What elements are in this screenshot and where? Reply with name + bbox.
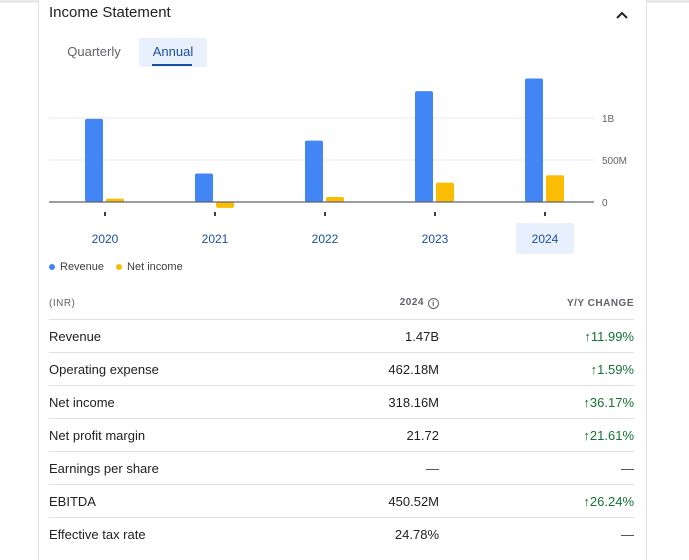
row-value: 1.47B [339, 319, 439, 353]
x-tick-mark [214, 212, 216, 216]
table-row[interactable]: Net income 318.16M ↑36.17% [49, 385, 634, 419]
row-label: EBITDA [49, 484, 339, 518]
row-label: Earnings per share [49, 451, 339, 485]
x-tick-mark [104, 212, 106, 216]
row-change: ↑26.24% [439, 484, 634, 518]
row-label: Net profit margin [49, 418, 339, 452]
x-tick-label[interactable]: 2022 [312, 232, 339, 246]
table-row[interactable]: EBITDA 450.52M ↑26.24% [49, 484, 634, 518]
row-change-value: 11.99% [590, 328, 634, 344]
row-change: ↑36.17% [439, 385, 634, 419]
row-label: Effective tax rate [49, 517, 339, 550]
bar-revenue[interactable] [305, 140, 323, 202]
row-change-value: 26.24% [589, 493, 634, 509]
table-row[interactable]: Revenue 1.47B ↑11.99% [49, 319, 634, 353]
y-tick-label: 500M [602, 156, 627, 167]
row-change: ↑21.61% [439, 418, 634, 452]
legend-label-net-income: Net income [127, 261, 183, 273]
table-row[interactable]: Effective tax rate 24.78% — [49, 517, 634, 550]
chart-legend: Revenue Net income [49, 261, 183, 273]
x-tick-label[interactable]: 2020 [92, 232, 119, 246]
table-row[interactable]: Net profit margin 21.72 ↑21.61% [49, 418, 634, 452]
x-tick-mark [324, 212, 326, 216]
table-row[interactable]: Earnings per share — — [49, 451, 634, 485]
row-label: Revenue [49, 319, 339, 353]
table-row[interactable]: Operating expense 462.18M ↑1.59% [49, 352, 634, 386]
x-tick-mark [544, 212, 546, 216]
legend-item-net-income: Net income [116, 261, 183, 273]
financials-table: (INR) 2024 i Y/Y CHANGE Revenue 1.47B ↑11.9… [49, 287, 634, 550]
currency-header: (INR) [49, 297, 76, 309]
row-label: Operating expense [49, 352, 339, 386]
row-change-value: — [621, 526, 634, 542]
y-tick-label: 1B [602, 114, 615, 125]
year-header: 2024 i [339, 287, 439, 320]
row-change-value: 36.17% [589, 394, 634, 410]
bar-net-income[interactable] [326, 196, 344, 202]
bar-revenue[interactable] [85, 118, 103, 202]
bar-revenue[interactable] [525, 78, 543, 202]
x-tick-mark [434, 212, 436, 216]
legend-label-revenue: Revenue [60, 261, 105, 273]
bar-net-income[interactable] [216, 202, 234, 208]
y-tick-label: 0 [602, 198, 608, 209]
legend-item-revenue: Revenue [49, 261, 104, 273]
x-tick-label[interactable]: 2021 [202, 232, 229, 246]
bar-revenue[interactable] [195, 173, 213, 202]
row-value: 462.18M [339, 352, 439, 386]
table-header-row: (INR) 2024 i Y/Y CHANGE [49, 287, 634, 320]
x-tick-label[interactable]: 2024 [532, 232, 559, 246]
row-value: 318.16M [339, 385, 439, 419]
row-value: — [339, 451, 439, 485]
bar-net-income[interactable] [436, 182, 454, 202]
revenue-dot-icon [49, 264, 55, 270]
net-income-dot-icon [116, 264, 123, 270]
row-change: ↑11.99% [439, 319, 634, 353]
income-bar-chart: 0 500M 1B 2020 2021 2022 2023 2024 [49, 78, 627, 254]
row-value: 24.78% [339, 517, 439, 550]
row-label: Net income [49, 385, 339, 419]
row-change-value: — [621, 460, 634, 476]
row-change-value: 21.61% [589, 427, 634, 443]
row-value: 450.52M [339, 484, 439, 518]
row-change: ↑1.59% [439, 352, 634, 386]
bar-revenue[interactable] [415, 91, 433, 202]
year-header-label: 2024 [399, 297, 424, 308]
row-change-value: 1.59% [597, 361, 634, 377]
income-statement-card: Income Statement Quarterly Annual 0 500M 1… [38, 0, 647, 560]
info-icon[interactable]: i [428, 298, 439, 309]
row-change: — [439, 451, 634, 485]
change-header: Y/Y CHANGE [566, 297, 634, 309]
bar-net-income[interactable] [546, 175, 564, 202]
row-value: 21.72 [339, 418, 439, 452]
x-tick-label[interactable]: 2023 [422, 232, 449, 246]
row-change: — [439, 517, 634, 550]
